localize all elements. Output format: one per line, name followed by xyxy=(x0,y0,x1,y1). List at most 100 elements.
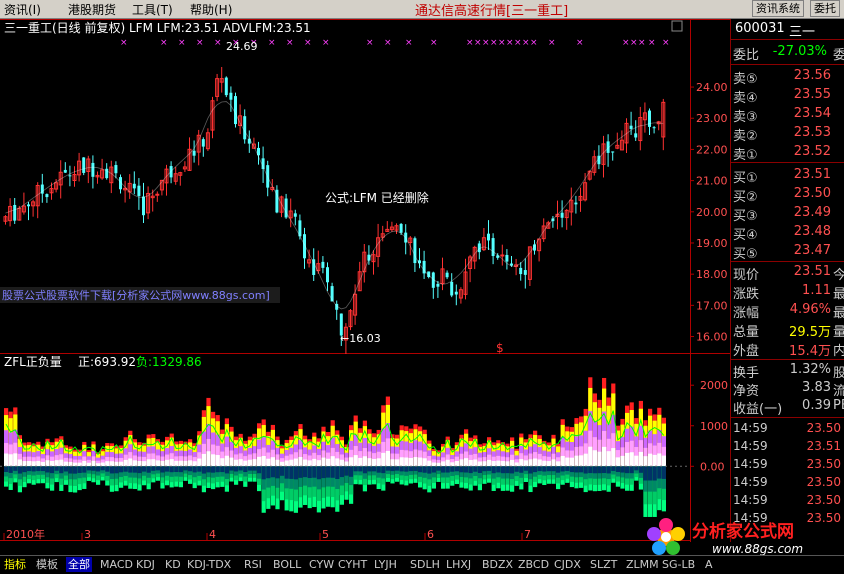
pos-volume-bar xyxy=(376,458,381,467)
tab-item[interactable]: KDJ-TDX xyxy=(185,557,233,572)
neg-volume-bar xyxy=(132,466,137,473)
tab-item[interactable]: CJDX xyxy=(552,557,583,572)
pos-volume-bar xyxy=(293,458,298,467)
pos-volume-bar xyxy=(316,460,321,467)
menu-item-help[interactable]: 帮助(H) xyxy=(190,1,232,18)
neg-volume-bar xyxy=(165,466,170,472)
tab-item[interactable]: 模板 xyxy=(34,557,60,572)
menu-item-info[interactable]: 资讯(I) xyxy=(4,1,41,18)
neg-volume-bar xyxy=(220,466,225,473)
neg-volume-bar xyxy=(91,466,96,471)
tab-item[interactable]: KD xyxy=(163,557,183,572)
tab-item[interactable]: BDZX xyxy=(480,557,515,572)
tab-item[interactable]: SDLH xyxy=(408,557,442,572)
pos-volume-bar xyxy=(399,457,404,467)
order-button[interactable]: 委托 xyxy=(810,0,840,17)
pos-volume-bar xyxy=(372,459,377,467)
maximize-box-icon[interactable] xyxy=(671,20,683,32)
neg-volume-bar xyxy=(266,466,271,479)
chart-area[interactable]: × × × × × × × × × × × × × × × × × × × × × × × × × × × × × × × 三一重工(日线 … xyxy=(0,19,730,542)
signal-mark: × xyxy=(466,38,474,48)
signal-mark: × xyxy=(384,38,392,48)
stat-row: 总量 29.5万量 xyxy=(731,320,844,340)
pos-volume-bar xyxy=(188,460,193,467)
candle-body xyxy=(634,133,638,138)
date-label: 5 xyxy=(322,528,329,541)
pos-volume-bar xyxy=(169,459,174,467)
stat-row: 现价 23.51 今 xyxy=(731,263,844,283)
pos-volume-bar xyxy=(611,448,616,467)
tick-row: 14:59 23.50 xyxy=(731,420,844,437)
info-system-button[interactable]: 资讯系统 xyxy=(752,0,804,17)
pos-volume-bar xyxy=(82,460,87,467)
candle-body xyxy=(505,254,509,262)
pos-volume-bar xyxy=(206,451,211,467)
sub-neg-label: 负:1329.86 xyxy=(136,355,202,369)
neg-volume-bar xyxy=(123,466,128,472)
candle-body xyxy=(63,169,67,173)
stat-label: 外盘 xyxy=(733,344,760,359)
ask-row: 卖④ 23.55 xyxy=(731,86,844,106)
indicator-tab-bar: 指标 模板 全部 MACD KDJ KD KDJ-TDX RSI BOLL CYW CYHT LYJH… xyxy=(0,555,844,574)
date-label: 6 xyxy=(427,528,434,541)
pos-volume-bar xyxy=(454,461,459,467)
tab-item[interactable]: SLZT xyxy=(588,557,619,572)
volume-panel xyxy=(0,377,690,517)
tab-item[interactable]: SG-LB xyxy=(660,557,697,572)
tab-item[interactable]: ZLMM xyxy=(624,557,661,572)
neg-volume-bar xyxy=(119,466,124,473)
pos-volume-bar xyxy=(574,455,579,467)
ask-label: 卖① xyxy=(733,148,758,163)
chart-svg[interactable]: × × × × × × × × × × × × × × × × × × × × × × × × × × × × × × × 三一重工(日线 … xyxy=(0,19,730,542)
neg-volume-bar xyxy=(579,466,584,473)
pos-volume-bar xyxy=(505,461,510,467)
tick-time: 14:59 xyxy=(733,439,768,453)
neg-volume-bar xyxy=(4,466,9,472)
pos-volume-bar xyxy=(165,459,170,467)
ask-label: 卖③ xyxy=(733,110,758,125)
stat-label: 涨幅 xyxy=(733,306,760,321)
tab-item[interactable]: KDJ xyxy=(134,557,157,572)
tab-item[interactable]: ZBCD xyxy=(516,557,551,572)
tab-item[interactable]: 指标 xyxy=(2,557,28,572)
tab-item[interactable]: CYW xyxy=(307,557,336,572)
neg-volume-bar xyxy=(169,466,174,473)
menu-item-hk-futures[interactable]: 港股期货 xyxy=(68,1,116,18)
bid-label: 买③ xyxy=(733,209,758,224)
tab-item[interactable]: BOLL xyxy=(271,557,303,572)
price-axis-label: 19.00 xyxy=(696,237,728,250)
tab-item[interactable]: LYJH xyxy=(372,557,399,572)
pos-volume-bar xyxy=(128,458,133,467)
neg-volume-bar xyxy=(330,466,335,478)
pos-volume-bar xyxy=(496,460,501,467)
tab-item[interactable]: MACD xyxy=(98,557,135,572)
tab-item[interactable]: RSI xyxy=(242,557,264,572)
stat2-row: 收益(一) 0.39PE xyxy=(731,397,844,417)
tab-item[interactable]: CYHT xyxy=(336,557,369,572)
pos-volume-bar xyxy=(565,457,570,467)
pos-volume-bar xyxy=(390,459,395,467)
pos-volume-bar xyxy=(588,446,593,467)
pos-volume-bar xyxy=(546,461,551,467)
neg-volume-bar xyxy=(592,466,597,474)
tab-item[interactable]: LHXJ xyxy=(444,557,473,572)
bid-price: 23.50 xyxy=(793,186,831,201)
pos-volume-bar xyxy=(413,457,418,467)
neg-volume-bar xyxy=(349,466,354,477)
stock-code: 600031 xyxy=(735,21,785,36)
signal-mark: × xyxy=(120,38,128,48)
sub-axis-label: 2000 xyxy=(700,379,728,392)
menu-item-tools[interactable]: 工具(T) xyxy=(132,1,173,18)
neg-volume-bar xyxy=(178,466,183,473)
window-title: 通达信高速行情[三一重工] xyxy=(415,4,569,19)
candle-body xyxy=(224,77,228,96)
neg-volume-bar xyxy=(652,466,657,481)
neg-volume-bar xyxy=(496,466,501,473)
pos-volume-bar xyxy=(422,458,427,467)
neg-volume-bar xyxy=(597,466,602,474)
tab-item[interactable]: 全部 xyxy=(66,557,92,572)
stat-row: 涨跌 1.11 最 xyxy=(731,282,844,302)
neg-volume-bar xyxy=(321,466,326,479)
chart-header: 三一重工(日线 前复权) LFM LFM:23.51 ADVLFM:23.51 xyxy=(4,20,311,35)
tab-item[interactable]: A xyxy=(703,557,715,572)
